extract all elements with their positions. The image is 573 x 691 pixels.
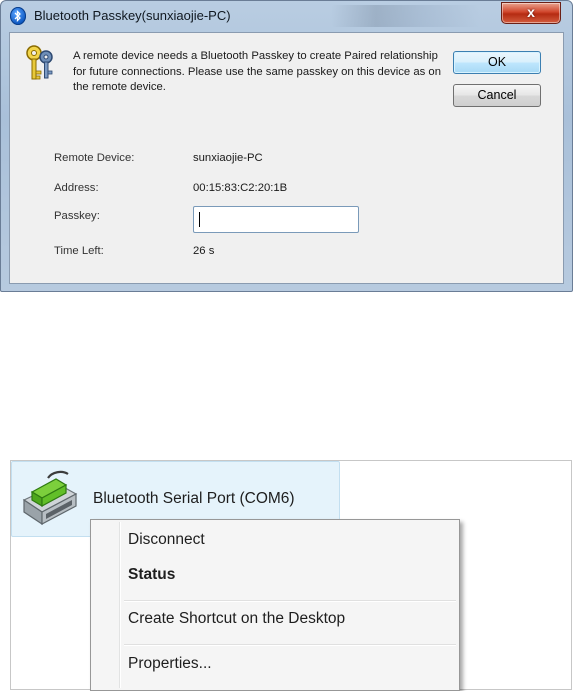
- serial-port-icon: [22, 470, 78, 526]
- menu-item-status[interactable]: Status: [128, 566, 175, 584]
- remote-device-value: sunxiaojie-PC: [193, 152, 263, 164]
- device-name: Bluetooth Serial Port (COM6): [93, 490, 295, 507]
- time-left-value: 26 s: [193, 245, 215, 257]
- dialog-title: Bluetooth Passkey(sunxiaojie-PC): [34, 8, 231, 23]
- dialog-client-area: A remote device needs a Bluetooth Passke…: [9, 32, 564, 284]
- address-label: Address:: [54, 182, 99, 194]
- close-button[interactable]: x: [501, 2, 561, 24]
- ok-button[interactable]: OK: [453, 51, 541, 74]
- menu-separator: [124, 600, 456, 602]
- address-value: 00:15:83:C2:20:1B: [193, 182, 288, 194]
- keys-icon: [26, 45, 53, 80]
- passkey-label: Passkey:: [54, 210, 100, 222]
- remote-device-label: Remote Device:: [54, 152, 135, 164]
- menu-item-create-shortcut[interactable]: Create Shortcut on the Desktop: [128, 610, 345, 628]
- close-icon: x: [527, 4, 535, 20]
- time-left-label: Time Left:: [54, 245, 104, 257]
- dialog-message: A remote device needs a Bluetooth Passke…: [73, 50, 441, 93]
- cancel-button[interactable]: Cancel: [453, 84, 541, 107]
- context-menu: Disconnect Status Create Shortcut on the…: [90, 519, 460, 691]
- menu-icon-gutter: [119, 522, 121, 688]
- title-bar-glass: [331, 5, 481, 27]
- menu-item-disconnect[interactable]: Disconnect: [128, 531, 205, 549]
- menu-item-properties[interactable]: Properties...: [128, 655, 212, 673]
- title-bar[interactable]: Bluetooth Passkey(sunxiaojie-PC) x: [1, 1, 572, 31]
- text-caret: [199, 212, 200, 227]
- bluetooth-icon: [10, 7, 26, 25]
- bluetooth-passkey-dialog: Bluetooth Passkey(sunxiaojie-PC) x A rem…: [0, 0, 573, 292]
- menu-separator: [124, 644, 456, 646]
- devices-panel: Bluetooth Serial Port (COM6) Disconnect …: [10, 460, 572, 691]
- passkey-input[interactable]: [193, 206, 359, 233]
